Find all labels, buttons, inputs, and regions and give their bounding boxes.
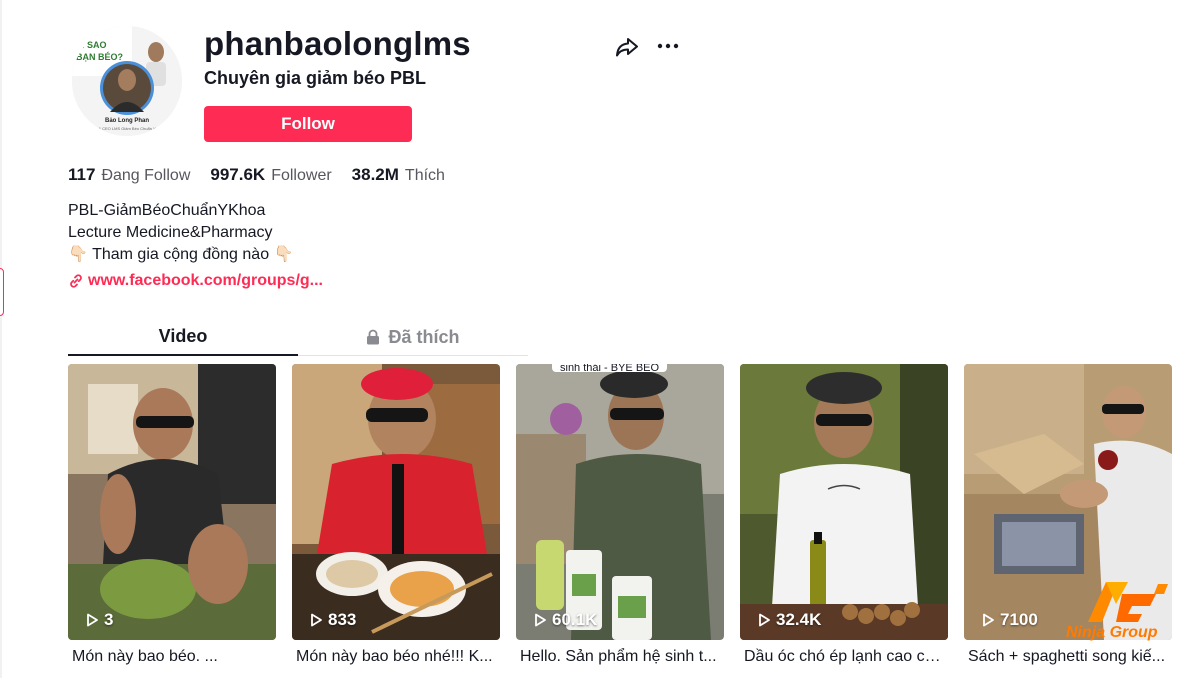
video-thumbnail-image bbox=[68, 364, 276, 640]
video-views: 3 bbox=[84, 610, 113, 630]
svg-text:& CEO LMS Giảm Béo Chuẩn Y: & CEO LMS Giảm Béo Chuẩn Y bbox=[98, 126, 156, 131]
left-sidebar-edge bbox=[0, 0, 2, 678]
bio-line: 👇🏻 Tham gia cộng đồng nào 👇🏻 bbox=[68, 246, 294, 263]
following-stat[interactable]: 117 Đang Follow bbox=[68, 165, 190, 185]
video-caption[interactable]: Món này bao béo. ... bbox=[68, 648, 272, 666]
video-views-count: 833 bbox=[328, 610, 357, 629]
profile-username: phanbaolonglms bbox=[204, 25, 471, 62]
video-thumbnail[interactable]: 3 bbox=[68, 364, 276, 640]
video-views: 32.4K bbox=[756, 610, 821, 630]
video-thumbnail[interactable]: sinh thái - BYE BÉO 60.1K bbox=[516, 364, 724, 640]
video-thumbnail-image bbox=[292, 364, 500, 640]
video-views: 7100 bbox=[980, 610, 1038, 630]
play-icon bbox=[535, 613, 546, 627]
avatar-image: VÌ SAO BẠN BÉO? Bảo Long Phan & CEO LMS … bbox=[72, 26, 182, 136]
svg-text:VÌ SAO: VÌ SAO bbox=[76, 40, 107, 50]
bio-link[interactable]: www.facebook.com/groups/g... bbox=[68, 272, 323, 290]
play-icon bbox=[983, 613, 994, 627]
profile-tabs: Video Đã thích bbox=[68, 318, 528, 356]
follow-button[interactable]: Follow bbox=[204, 106, 412, 142]
watermark-text: Ninja Group bbox=[1066, 624, 1158, 641]
svg-text:Bảo Long Phan: Bảo Long Phan bbox=[105, 118, 149, 124]
likes-label: Thích bbox=[404, 167, 445, 184]
play-icon bbox=[311, 613, 322, 627]
video-caption[interactable]: Sách + spaghetti song kiế... bbox=[964, 648, 1168, 666]
share-icon[interactable] bbox=[614, 34, 640, 60]
video-thumbnail-image bbox=[516, 364, 724, 640]
play-icon bbox=[759, 613, 770, 627]
video-card[interactable]: 32.4K Dầu óc chó ép lạnh cao cấ... bbox=[740, 364, 948, 666]
likes-stat: 38.2M Thích bbox=[352, 165, 445, 185]
video-grid: 3 Món này bao béo. ... 833 Món này bao b… bbox=[68, 364, 1188, 666]
bio-line: Lecture Medicine&Pharmacy bbox=[68, 224, 273, 241]
profile-stats: 117 Đang Follow 997.6K Follower 38.2M Th… bbox=[68, 165, 465, 185]
video-thumbnail[interactable]: 32.4K bbox=[740, 364, 948, 640]
video-views-count: 7100 bbox=[1000, 610, 1038, 629]
tab-liked-label: Đã thích bbox=[388, 326, 460, 347]
followers-stat[interactable]: 997.6K Follower bbox=[210, 165, 331, 185]
following-count: 117 bbox=[68, 165, 96, 184]
video-caption[interactable]: Hello. Sản phẩm hệ sinh t... bbox=[516, 648, 720, 666]
video-thumbnail-image bbox=[740, 364, 948, 640]
tab-video-label: Video bbox=[158, 325, 208, 346]
sidebar-edge-button[interactable] bbox=[0, 268, 4, 316]
video-caption[interactable]: Món này bao béo nhé!!! K... bbox=[292, 648, 496, 666]
following-label: Đang Follow bbox=[101, 167, 191, 184]
video-card[interactable]: sinh thái - BYE BÉO 60.1K Hello. Sản phẩ… bbox=[516, 364, 724, 666]
profile-bio: PBL-GiảmBéoChuẩnYKhoa Lecture Medicine&P… bbox=[68, 200, 293, 266]
bio-link-text[interactable]: www.facebook.com/groups/g... bbox=[88, 272, 323, 290]
followers-label: Follower bbox=[271, 167, 332, 184]
video-card[interactable]: 833 Món này bao béo nhé!!! K... bbox=[292, 364, 500, 666]
likes-count: 38.2M bbox=[351, 165, 399, 184]
followers-count: 997.6K bbox=[210, 165, 266, 184]
link-icon bbox=[70, 274, 82, 288]
tab-video[interactable]: Video bbox=[68, 318, 298, 356]
video-views: 60.1K bbox=[532, 610, 597, 630]
profile-nickname: Chuyên gia giảm béo PBL bbox=[204, 68, 427, 88]
tab-liked[interactable]: Đã thích bbox=[298, 318, 528, 356]
lock-icon bbox=[367, 329, 380, 345]
video-views-count: 32.4K bbox=[776, 610, 822, 629]
video-views-count: 3 bbox=[104, 610, 114, 629]
avatar[interactable]: VÌ SAO BẠN BÉO? Bảo Long Phan & CEO LMS … bbox=[72, 26, 182, 136]
video-views: 833 bbox=[308, 610, 356, 630]
svg-text:BẠN BÉO?: BẠN BÉO? bbox=[76, 52, 123, 62]
video-thumbnail[interactable]: 833 bbox=[292, 364, 500, 640]
video-card[interactable]: 3 Món này bao béo. ... bbox=[68, 364, 276, 666]
bio-line: PBL-GiảmBéoChuẩnYKhoa bbox=[68, 202, 266, 219]
more-options-icon[interactable] bbox=[655, 34, 681, 60]
video-overlay-text: sinh thái - BYE BÉO bbox=[552, 364, 668, 372]
video-views-count: 60.1K bbox=[552, 610, 598, 629]
video-caption[interactable]: Dầu óc chó ép lạnh cao cấ... bbox=[740, 648, 944, 666]
play-icon bbox=[87, 613, 98, 627]
